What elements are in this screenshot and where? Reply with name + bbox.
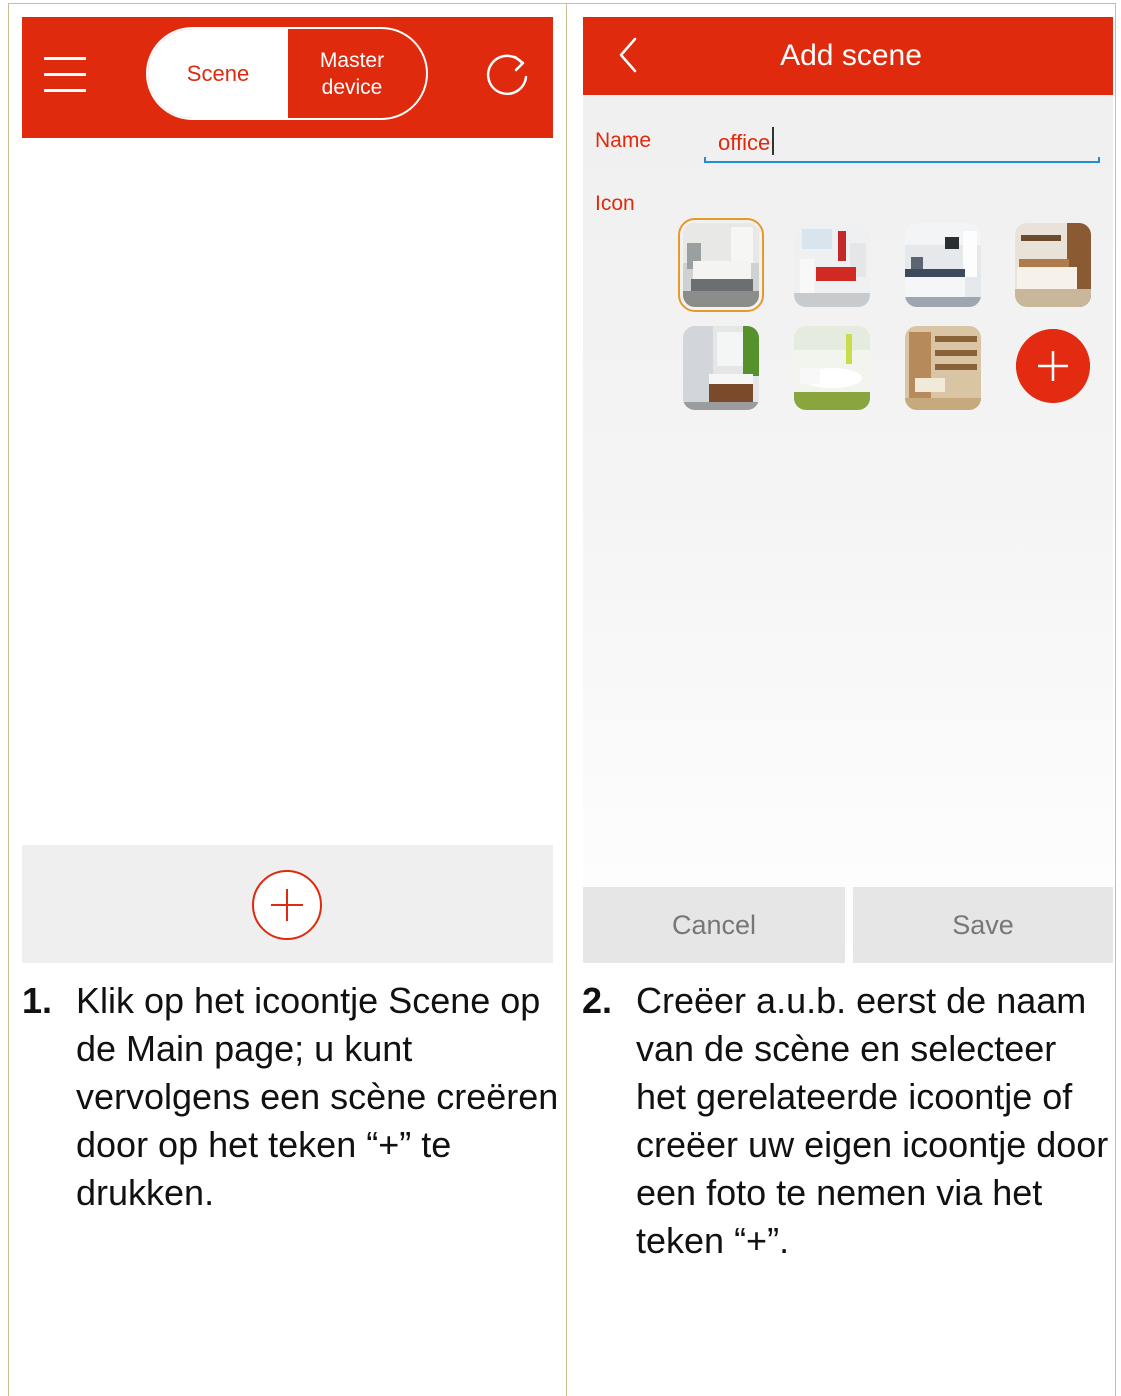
scene-name-value: office [718, 130, 771, 155]
bedroom-grey-icon[interactable] [678, 218, 764, 312]
icon-label: Icon [595, 192, 635, 215]
bedroom-brown-icon[interactable] [1015, 223, 1091, 307]
refresh-icon[interactable] [484, 53, 532, 101]
name-label: Name [595, 129, 652, 152]
app-header: Scene Master device [22, 17, 553, 138]
step-2-caption: 2. Creëer a.u.b. eerst de naam van de sc… [582, 977, 1112, 1267]
step-1-caption: 1. Klik op het icoontje Scene op de Main… [22, 977, 562, 1217]
text-caret [772, 127, 774, 155]
page-title: Add scene [780, 39, 922, 72]
living-room-red-icon[interactable] [794, 223, 870, 307]
step-number: 2. [582, 980, 613, 1021]
add-scene-plus-icon[interactable] [251, 869, 323, 941]
save-button[interactable]: Save [853, 887, 1113, 963]
scene-name-field[interactable]: office [704, 123, 1100, 163]
tab-scene[interactable]: Scene [148, 29, 288, 118]
bathroom-icon[interactable] [683, 326, 759, 410]
scene-master-toggle[interactable]: Scene Master device [146, 27, 428, 120]
cancel-button[interactable]: Cancel [583, 887, 845, 963]
tab-master-device[interactable]: Master device [288, 29, 426, 118]
hamburger-menu-icon[interactable] [44, 57, 86, 93]
add-scene-screenshot: Add scene Name office Icon Cancel Save [583, 17, 1113, 963]
step-text: Klik op het icoontje Scene op de Main pa… [76, 980, 559, 1213]
kitchen-icon[interactable] [905, 223, 981, 307]
step-text: Creëer a.u.b. eerst de naam van de scène… [636, 980, 1109, 1261]
add-scene-bar [22, 845, 553, 963]
add-custom-icon-button[interactable] [1016, 329, 1090, 403]
white-lounge-icon[interactable] [794, 326, 870, 410]
column-divider [566, 3, 567, 1396]
action-buttons: Cancel Save [583, 887, 1113, 963]
scene-main-screenshot: Scene Master device [22, 17, 553, 963]
add-scene-header: Add scene [583, 17, 1113, 95]
study-room-icon[interactable] [905, 326, 981, 410]
step-number: 1. [22, 980, 53, 1021]
